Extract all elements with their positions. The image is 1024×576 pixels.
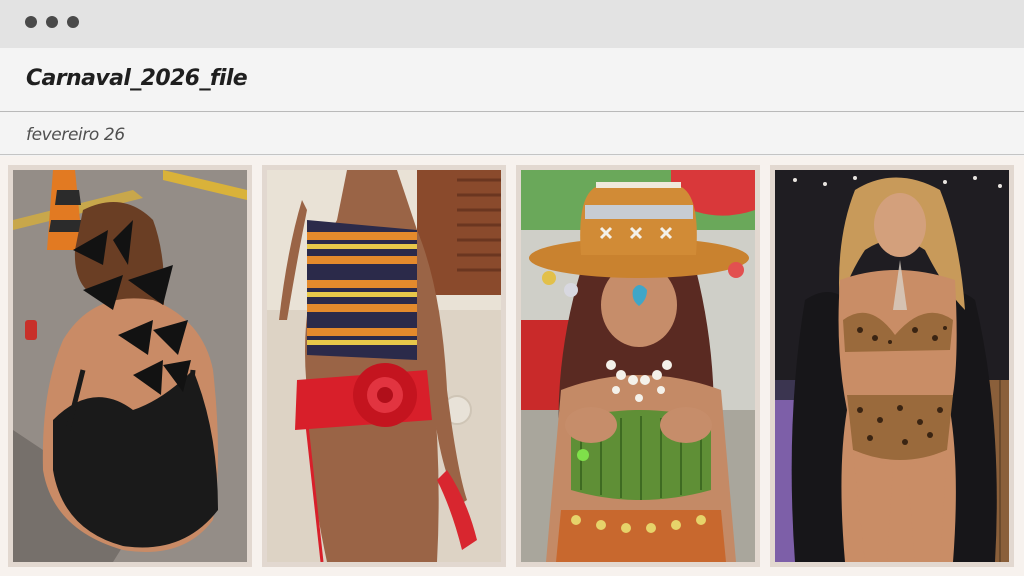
- photo-card-3[interactable]: [516, 165, 760, 567]
- page-title: Carnaval_2026_file: [26, 66, 248, 91]
- page-subtitle: fevereiro 26: [26, 125, 125, 145]
- photo-card-1[interactable]: [8, 165, 252, 567]
- window-dot-icon[interactable]: [46, 16, 58, 28]
- photo-card-4[interactable]: [770, 165, 1014, 567]
- photo-leopard-set[interactable]: [775, 170, 1009, 562]
- photo-striped-top[interactable]: [267, 170, 501, 562]
- window-dot-icon[interactable]: [67, 16, 79, 28]
- photo-cowboy-hat[interactable]: [521, 170, 755, 562]
- photo-card-2[interactable]: [262, 165, 506, 567]
- subheader: fevereiro 26: [0, 113, 1024, 155]
- title-bar: [0, 0, 1024, 48]
- app-window: Carnaval_2026_file fevereiro 26: [0, 0, 1024, 576]
- photo-back-bows[interactable]: [13, 170, 247, 562]
- header: Carnaval_2026_file: [0, 48, 1024, 112]
- window-dot-icon[interactable]: [25, 16, 37, 28]
